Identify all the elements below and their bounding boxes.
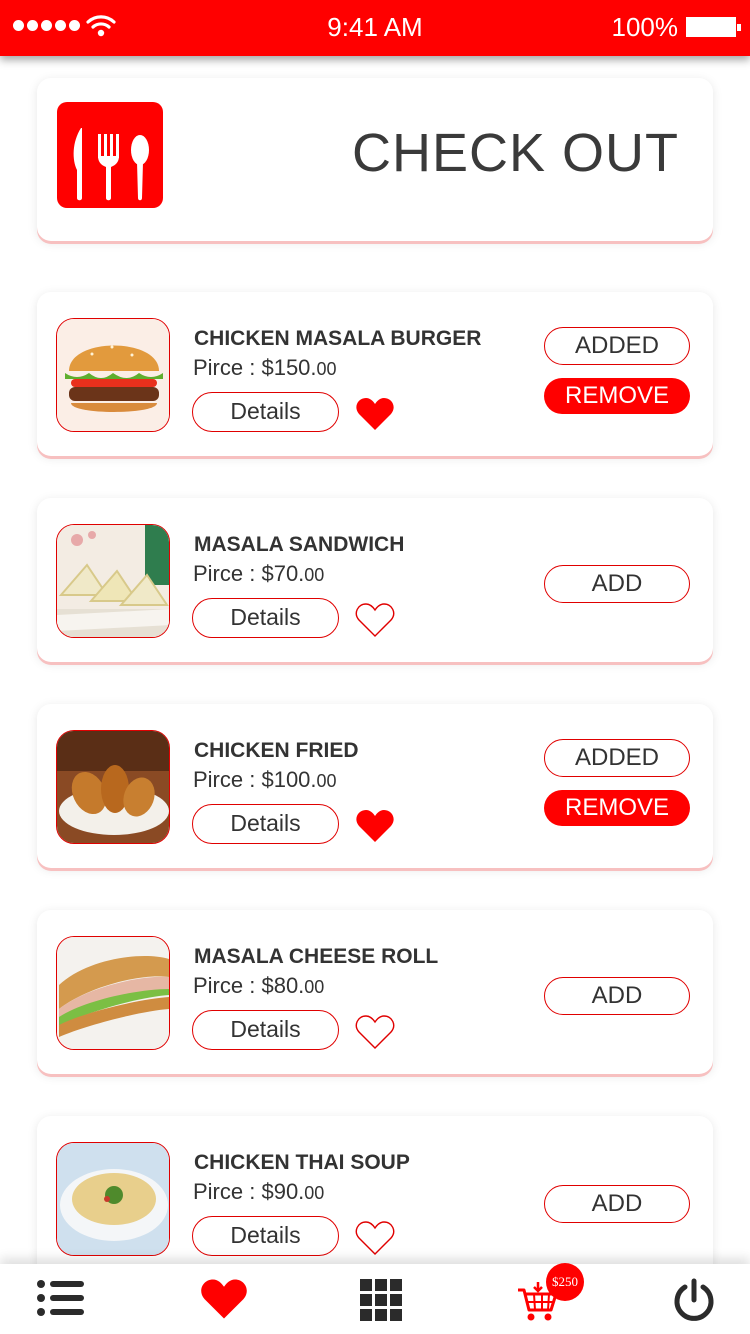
- battery-percent: 100%: [611, 12, 679, 42]
- added-button[interactable]: ADDED: [544, 739, 690, 777]
- heart-outline-icon[interactable]: [355, 1220, 395, 1256]
- item-price: Pirce : $150.00: [193, 355, 337, 380]
- details-button[interactable]: Details: [192, 1216, 339, 1256]
- fried-chicken-image: [56, 730, 170, 844]
- item-price: Pirce : $70.00: [193, 561, 325, 586]
- cart-total-badge: $250: [546, 1263, 584, 1301]
- battery-icon: [686, 17, 741, 37]
- details-button[interactable]: Details: [192, 804, 339, 844]
- heart-icon[interactable]: [199, 1277, 249, 1321]
- heart-outline-icon[interactable]: [355, 602, 395, 638]
- item-price: Pirce : $90.00: [193, 1179, 325, 1204]
- menu-list-icon[interactable]: [36, 1276, 86, 1320]
- item-name: CHICKEN MASALA BURGER: [194, 327, 482, 350]
- item-name: CHICKEN THAI SOUP: [194, 1151, 410, 1174]
- heart-outline-icon[interactable]: [355, 1014, 395, 1050]
- item-name: MASALA SANDWICH: [194, 533, 405, 556]
- grid-icon[interactable]: [359, 1278, 403, 1322]
- details-button[interactable]: Details: [192, 598, 339, 638]
- page-title: CHECK OUT: [351, 123, 679, 183]
- item-price: Pirce : $100.00: [193, 767, 337, 792]
- remove-button[interactable]: REMOVE: [544, 378, 690, 414]
- power-icon[interactable]: [672, 1278, 716, 1322]
- details-button[interactable]: Details: [192, 392, 339, 432]
- sandwich-image: [56, 524, 170, 638]
- cart-item-card: CHICKEN FRIED Pirce : $100.00 Details AD…: [37, 704, 713, 868]
- heart-filled-icon[interactable]: [355, 808, 395, 844]
- cart-item-card: MASALA CHEESE ROLL Pirce : $80.00 Detail…: [37, 910, 713, 1074]
- add-button[interactable]: ADD: [544, 1185, 690, 1223]
- item-name: MASALA CHEESE ROLL: [194, 945, 439, 968]
- details-button[interactable]: Details: [192, 1010, 339, 1050]
- cart-item-card: MASALA SANDWICH Pirce : $70.00 Details A…: [37, 498, 713, 662]
- item-price: Pirce : $80.00: [193, 973, 325, 998]
- header-card: CHECK OUT: [37, 78, 713, 241]
- add-button[interactable]: ADD: [544, 565, 690, 603]
- status-bar: 9:41 AM 100%: [0, 0, 750, 56]
- remove-button[interactable]: REMOVE: [544, 790, 690, 826]
- burger-image: [56, 318, 170, 432]
- cart-item-card: CHICKEN THAI SOUP Pirce : $90.00 Details…: [37, 1116, 713, 1280]
- heart-filled-icon[interactable]: [355, 396, 395, 432]
- cart-item-card: CHICKEN MASALA BURGER Pirce : $150.00 De…: [37, 292, 713, 456]
- add-button[interactable]: ADD: [544, 977, 690, 1015]
- bottom-nav: $250: [0, 1263, 750, 1334]
- added-button[interactable]: ADDED: [544, 327, 690, 365]
- soup-image: [56, 1142, 170, 1256]
- cheese-roll-image: [56, 936, 170, 1050]
- cutlery-icon: [57, 102, 163, 208]
- item-name: CHICKEN FRIED: [194, 739, 359, 762]
